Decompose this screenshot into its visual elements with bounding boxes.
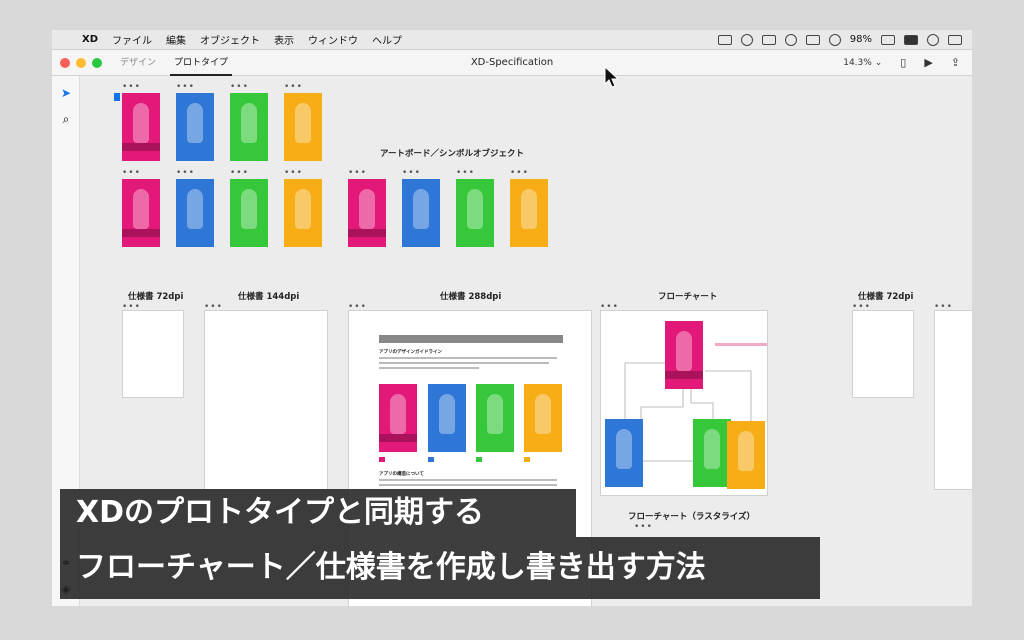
spec-color-swatch xyxy=(476,457,482,462)
spec-artboard-thumb xyxy=(476,384,514,452)
zoom-level[interactable]: 14.3% ⌄ xyxy=(843,58,882,68)
section-title-artboard-symbol: アートボード／シンボルオブジェクト xyxy=(380,149,524,159)
menu-file[interactable]: ファイル xyxy=(105,32,159,47)
menu-bar: XD ファイル 編集 オブジェクト 表示 ウィンドウ ヘルプ 98% xyxy=(52,30,972,50)
sheet-label-flowchart: フローチャート xyxy=(658,292,718,302)
spec-text-line xyxy=(379,484,557,486)
spec-color-swatch xyxy=(379,457,385,462)
sheet-label-flowchart-raster: フローチャート（ラスタライズ） xyxy=(628,512,755,522)
menu-window[interactable]: ウィンドウ xyxy=(301,32,365,47)
symbol-artboard[interactable] xyxy=(348,179,386,247)
spotlight-search-icon[interactable] xyxy=(927,33,939,46)
input-source-icon[interactable] xyxy=(904,34,918,45)
artboard-menu[interactable]: ••• xyxy=(284,83,303,92)
artboard-menu[interactable]: ••• xyxy=(510,169,529,178)
artboard-menu[interactable]: ••• xyxy=(402,169,421,178)
spec-sheet-partial[interactable] xyxy=(934,310,972,490)
flowchart-node xyxy=(693,419,731,487)
sheet-label-spec-72dpi: 仕様書 72dpi xyxy=(128,292,184,302)
select-tool-icon[interactable]: ➤ xyxy=(59,86,73,100)
artboard[interactable] xyxy=(284,93,322,161)
spec-text-line xyxy=(379,362,549,364)
spec-sheet-72dpi[interactable] xyxy=(122,310,184,398)
menu-edit[interactable]: 編集 xyxy=(159,32,193,47)
spec-sheet-72dpi-b[interactable] xyxy=(852,310,914,398)
artboard-menu[interactable]: ••• xyxy=(348,169,367,178)
volume-icon[interactable] xyxy=(828,33,841,46)
app-status-icon[interactable] xyxy=(761,34,776,45)
play-preview-icon[interactable]: ▶ xyxy=(924,56,932,69)
artboard-menu[interactable]: ••• xyxy=(176,83,195,92)
menu-app-name[interactable]: XD xyxy=(78,34,105,45)
chevron-down-icon: ⌄ xyxy=(874,57,883,68)
sheet-label-spec-288dpi: 仕様書 288dpi xyxy=(440,292,502,302)
flowchart-node xyxy=(605,419,643,487)
flowchart-sheet[interactable] xyxy=(600,310,768,496)
zoom-tool-icon[interactable]: ⌕ xyxy=(59,112,73,126)
caption-line-2: フローチャート／仕様書を作成し書き出す方法 xyxy=(60,537,820,599)
spec-artboard-thumb xyxy=(379,384,417,452)
artboard[interactable] xyxy=(122,93,160,161)
home-artboard-marker xyxy=(114,93,120,101)
spec-heading: アプリのデザインガイドライン xyxy=(379,350,442,355)
spec-color-swatch xyxy=(524,457,530,462)
menu-view[interactable]: 表示 xyxy=(267,32,301,47)
sync-icon[interactable] xyxy=(784,33,797,46)
device-preview-icon[interactable]: ▯ xyxy=(900,56,906,69)
tab-prototype[interactable]: プロトタイプ xyxy=(170,50,233,76)
spec-sheet-144dpi[interactable] xyxy=(204,310,328,490)
symbol-artboard[interactable] xyxy=(456,179,494,247)
screen-record-icon[interactable] xyxy=(717,34,732,45)
artboard-menu[interactable]: ••• xyxy=(230,83,249,92)
artboard-menu[interactable]: ••• xyxy=(284,169,303,178)
battery-percentage[interactable]: 98% xyxy=(850,34,872,45)
wifi-icon[interactable] xyxy=(805,34,820,45)
share-icon[interactable]: ⇪ xyxy=(951,56,960,69)
artboard[interactable] xyxy=(176,179,214,247)
symbol-artboard[interactable] xyxy=(510,179,548,247)
artboard-menu[interactable]: ••• xyxy=(634,523,653,532)
artboard-menu[interactable]: ••• xyxy=(456,169,475,178)
flowchart-node xyxy=(665,321,703,389)
symbol-artboard[interactable] xyxy=(402,179,440,247)
close-window-button[interactable] xyxy=(60,57,70,68)
spec-text-line xyxy=(379,357,557,359)
sheet-label-spec-144dpi: 仕様書 144dpi xyxy=(238,292,300,302)
menu-help[interactable]: ヘルプ xyxy=(365,32,409,47)
minimize-window-button[interactable] xyxy=(76,57,86,68)
artboard-menu[interactable]: ••• xyxy=(122,169,141,178)
spec-color-swatch xyxy=(428,457,434,462)
spec-text-line xyxy=(379,479,557,481)
flowchart-node xyxy=(727,421,765,489)
creative-cloud-icon[interactable] xyxy=(740,33,753,46)
notification-center-icon[interactable] xyxy=(948,34,962,45)
tab-design[interactable]: デザイン xyxy=(116,50,160,76)
menu-object[interactable]: オブジェクト xyxy=(193,32,267,47)
caption-line-1: XDのプロトタイプと同期する xyxy=(60,489,576,537)
spec-subheading: アプリの構造について xyxy=(379,472,424,477)
title-bar-actions: 14.3% ⌄ ▯ ▶ ⇪ xyxy=(843,56,960,69)
spec-text-line xyxy=(379,367,479,369)
artboard[interactable] xyxy=(122,179,160,247)
mouse-pointer-icon xyxy=(604,66,620,88)
window-controls xyxy=(60,57,102,68)
menu-extras: 98% xyxy=(717,33,972,46)
spec-header-bar xyxy=(379,335,563,343)
title-bar: デザイン プロトタイプ XD-Specification 14.3% ⌄ ▯ ▶… xyxy=(52,50,972,76)
zoom-value: 14.3% xyxy=(843,57,872,68)
artboard[interactable] xyxy=(176,93,214,161)
artboard[interactable] xyxy=(284,179,322,247)
battery-icon[interactable] xyxy=(881,34,895,45)
artboard[interactable] xyxy=(230,93,268,161)
spec-artboard-thumb xyxy=(524,384,562,452)
artboard[interactable] xyxy=(230,179,268,247)
artboard-menu[interactable]: ••• xyxy=(230,169,249,178)
artboard-menu[interactable]: ••• xyxy=(176,169,195,178)
fullscreen-window-button[interactable] xyxy=(92,57,102,68)
spec-artboard-thumb xyxy=(428,384,466,452)
sheet-label-spec-72dpi-b: 仕様書 72dpi xyxy=(858,292,914,302)
artboard-menu[interactable]: ••• xyxy=(122,83,141,92)
